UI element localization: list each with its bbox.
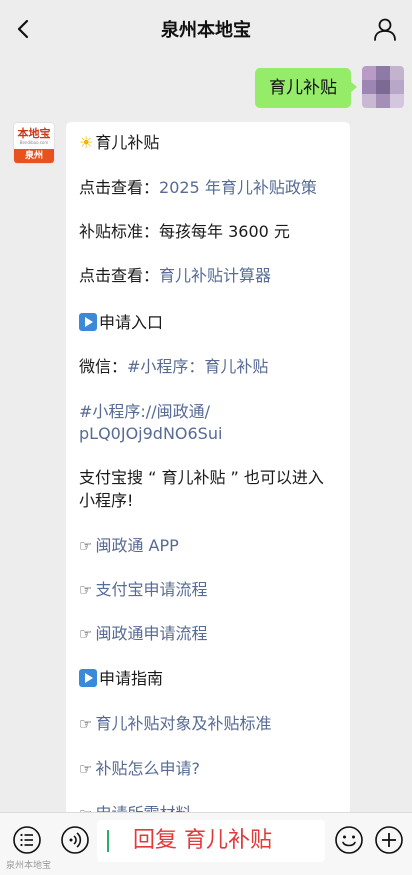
mzt-app-link[interactable]: 闽政通 APP [95,536,178,555]
mzt-process-line: ☞ 闽政通申请流程 [79,623,207,645]
pointing-hand-icon: ☞ [79,715,93,733]
add-icon[interactable] [374,825,404,855]
miniprogram-link[interactable]: #小程序：育儿补贴 [127,357,268,376]
incoming-bubble: ☀ 育儿补贴 点击查看：2025 年育儿补贴政策 补贴标准：每孩每年 3600 元… [66,122,350,842]
policy-link[interactable]: 2025 年育儿补贴政策 [159,178,317,197]
miniprogram-path-link[interactable]: #小程序://闽政通/ [79,401,210,423]
eligibility-link[interactable]: 育儿补贴对象及补贴标准 [95,714,271,733]
emoji-icon[interactable] [334,825,364,855]
outgoing-bubble[interactable]: 育儿补贴 [255,68,357,108]
pointing-hand-icon: ☞ [79,537,93,555]
chat-title: 泉州本地宝 [161,20,251,41]
logo: 本地宝 Bendibao.com [17,126,51,145]
wechat-line: 微信：#小程序：育儿补贴 [79,357,269,376]
message-input[interactable]: 回复 育儿补贴 [97,820,325,862]
eligibility-line: ☞ 育儿补贴对象及补贴标准 [79,713,271,735]
profile-icon[interactable] [372,16,398,42]
outgoing-message: 育儿补贴 [255,66,404,108]
play-icon [79,669,97,687]
input-bar: 回复 育儿补贴 [0,812,412,875]
pointing-hand-icon: ☞ [79,625,93,643]
nav-bar: 泉州本地宝 [0,0,412,58]
voice-icon[interactable] [60,825,90,855]
heading-subsidy: ☀ 育儿补贴 [79,133,160,152]
alipay-hint: 支付宝搜 “ 育儿补贴 ” 也可以进入 [79,468,324,487]
alipay-hint-2: 小程序! [79,491,134,510]
calculator-line: 点击查看：育儿补贴计算器 [79,266,272,285]
howto-link[interactable]: 补贴怎么申请? [95,759,200,778]
reply-hint: 回复 育儿补贴 [133,828,272,853]
standard-line: 补贴标准：每孩每年 3600 元 [79,222,290,241]
user-avatar[interactable] [362,66,404,108]
alipay-process-line: ☞ 支付宝申请流程 [79,579,207,601]
calculator-link[interactable]: 育儿补贴计算器 [159,266,271,285]
mzt-app-line: ☞ 闽政通 APP [79,535,179,557]
howto-line: ☞ 补贴怎么申请? [79,758,200,780]
sender-avatar[interactable]: 本地宝 Bendibao.com 泉州 [13,122,55,164]
pointing-hand-icon: ☞ [79,581,93,599]
sun-icon: ☀ [79,133,94,152]
guide-heading: 申请指南 [79,668,163,690]
text-cursor [107,830,109,852]
pointing-hand-icon: ☞ [79,760,93,778]
play-icon [79,313,97,331]
mzt-process-link[interactable]: 闽政通申请流程 [95,624,207,643]
alipay-process-link[interactable]: 支付宝申请流程 [95,580,207,599]
miniprogram-path-link-2[interactable]: pLQ0JOj9dNO6Sui [79,423,222,445]
watermark: 泉州本地宝 [6,861,52,871]
back-arrow-icon[interactable] [12,17,36,41]
menu-icon[interactable] [12,825,42,855]
policy-line: 点击查看：2025 年育儿补贴政策 [79,178,317,197]
entry-heading: 申请入口 [79,312,163,334]
